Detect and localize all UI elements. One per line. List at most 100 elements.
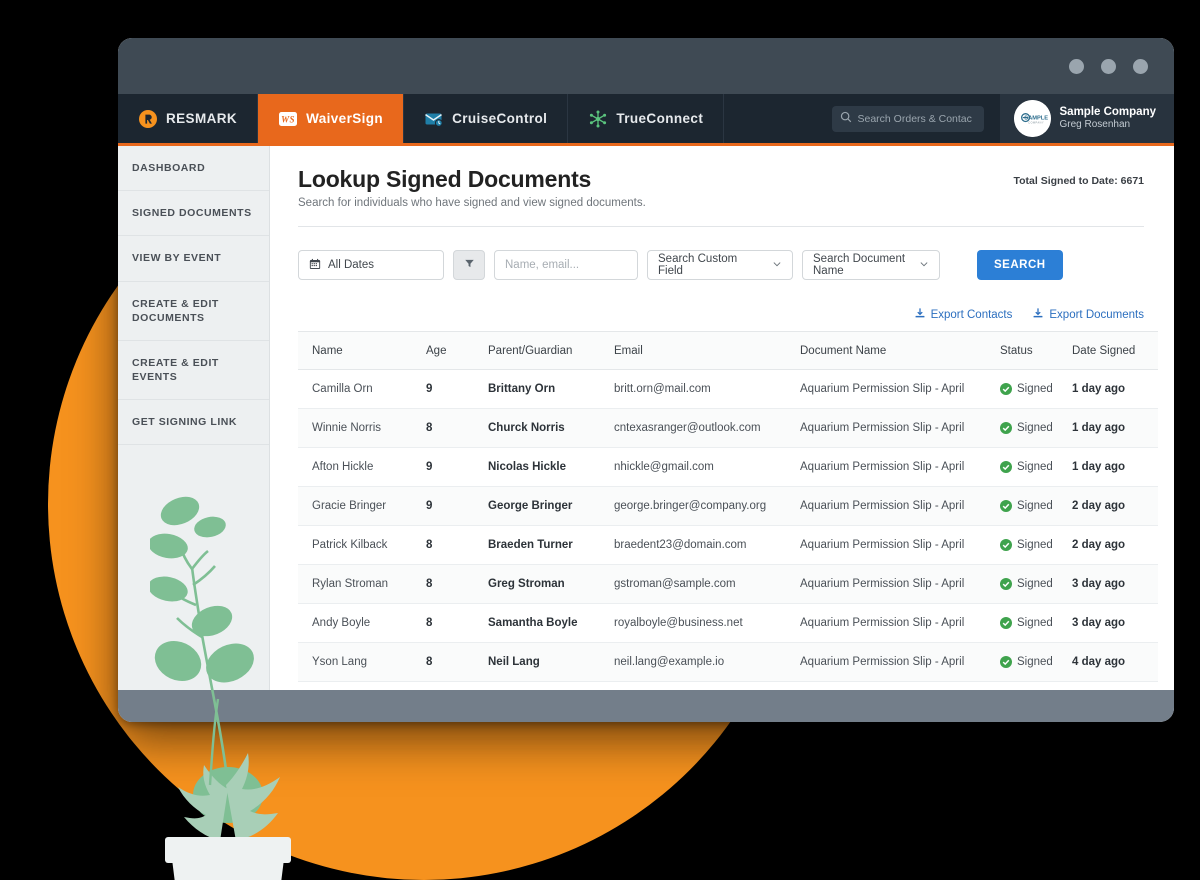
cell-document: Aquarium Permission Slip - April bbox=[800, 603, 1000, 643]
cell-age: 8 bbox=[426, 603, 488, 643]
cell-email: neil.lang@example.io bbox=[614, 642, 800, 682]
signed-check-icon bbox=[1000, 656, 1012, 668]
column-header-age[interactable]: Age bbox=[426, 331, 488, 370]
cell-guardian: Samantha Boyle bbox=[488, 603, 614, 643]
signed-check-icon bbox=[1000, 539, 1012, 551]
cell-name: Camilla Orn bbox=[298, 369, 426, 409]
svg-text:WS: WS bbox=[281, 114, 295, 124]
table-header: Name Age Parent/Guardian Email Document … bbox=[298, 331, 1158, 370]
table-row[interactable]: Yson Lang 8 Neil Lang neil.lang@example.io A… bbox=[298, 642, 1158, 682]
status-label: Signed bbox=[1017, 617, 1053, 629]
nav-item-waiversign-label: WaiverSign bbox=[306, 111, 384, 126]
cell-status: Signed bbox=[1000, 564, 1072, 604]
window-dot-2[interactable] bbox=[1101, 58, 1116, 74]
cell-guardian: Neil Lang bbox=[488, 642, 614, 682]
name-email-input[interactable] bbox=[505, 259, 627, 271]
chevron-down-icon bbox=[919, 259, 929, 272]
name-email-search[interactable] bbox=[494, 250, 638, 280]
download-icon bbox=[914, 307, 926, 322]
date-range-picker[interactable]: All Dates bbox=[298, 250, 444, 280]
signed-check-icon bbox=[1000, 422, 1012, 434]
search-button[interactable]: SEARCH bbox=[977, 250, 1063, 280]
nav-item-waiversign[interactable]: WS WaiverSign bbox=[258, 94, 405, 143]
table-row[interactable]: Gracie Bringer 9 George Bringer george.brin… bbox=[298, 486, 1158, 526]
column-header-guardian[interactable]: Parent/Guardian bbox=[488, 331, 614, 370]
cell-document: Aquarium Permission Slip - April bbox=[800, 408, 1000, 448]
export-contacts-label: Export Contacts bbox=[930, 308, 1013, 321]
nav-item-cruisecontrol[interactable]: CruiseControl bbox=[404, 94, 569, 143]
status-label: Signed bbox=[1017, 539, 1053, 551]
sidebar-item-signed-documents[interactable]: SIGNED DOCUMENTS bbox=[118, 191, 269, 237]
cruisecontrol-logo-icon bbox=[424, 109, 444, 129]
sidebar-item-create-edit-events[interactable]: CREATE & EDIT EVENTS bbox=[118, 341, 269, 401]
export-documents-link[interactable]: Export Documents bbox=[1032, 307, 1144, 322]
cell-guardian: George Bringer bbox=[488, 486, 614, 526]
signed-documents-table: Name Age Parent/Guardian Email Document … bbox=[298, 331, 1158, 721]
potted-plant-illustration bbox=[148, 485, 320, 880]
window-dot-3[interactable] bbox=[1133, 58, 1148, 74]
table-row[interactable]: Rylan Stroman 8 Greg Stroman gstroman@sampl… bbox=[298, 564, 1158, 604]
page-heading-block: Lookup Signed Documents Search for indiv… bbox=[298, 166, 646, 209]
column-header-name[interactable]: Name bbox=[298, 331, 426, 370]
search-icon bbox=[840, 110, 852, 128]
custom-field-select-label: Search Custom Field bbox=[658, 253, 738, 277]
signed-check-icon bbox=[1000, 383, 1012, 395]
global-search-input[interactable] bbox=[857, 112, 976, 125]
cell-status: Signed bbox=[1000, 408, 1072, 448]
trueconnect-logo-icon bbox=[588, 109, 608, 129]
account-user: Greg Rosenhan bbox=[1059, 119, 1131, 131]
table-row[interactable]: Afton Hickle 9 Nicolas Hickle nhickle@gmail… bbox=[298, 447, 1158, 487]
table-row[interactable]: Andy Boyle 8 Samantha Boyle royalboyle@busi… bbox=[298, 603, 1158, 643]
export-documents-label: Export Documents bbox=[1049, 308, 1144, 321]
nav-item-trueconnect[interactable]: TrueConnect bbox=[568, 94, 725, 143]
app-product-nav: RESMARK WS WaiverSign CruiseControl True… bbox=[118, 94, 1174, 146]
cell-email: gstroman@sample.com bbox=[614, 564, 800, 604]
svg-text:COMPANY: COMPANY bbox=[1028, 122, 1044, 125]
svg-text:SAMPLE: SAMPLE bbox=[1024, 115, 1048, 121]
cell-guardian: Brittany Orn bbox=[488, 369, 614, 409]
window-dot-1[interactable] bbox=[1069, 58, 1084, 74]
status-label: Signed bbox=[1017, 578, 1053, 590]
sidebar-item-dashboard[interactable]: DASHBOARD bbox=[118, 146, 269, 192]
cell-age: 9 bbox=[426, 486, 488, 526]
signed-check-icon bbox=[1000, 578, 1012, 590]
column-header-document[interactable]: Document Name bbox=[800, 331, 1000, 370]
column-header-date[interactable]: Date Signed bbox=[1072, 331, 1158, 370]
custom-field-select[interactable]: Search Custom Field bbox=[647, 250, 793, 280]
signed-check-icon bbox=[1000, 617, 1012, 629]
column-header-status[interactable]: Status bbox=[1000, 331, 1072, 370]
account-text-block: Sample Company Greg Rosenhan bbox=[1060, 105, 1157, 132]
sidebar-item-create-edit-documents[interactable]: CREATE & EDIT DOCUMENTS bbox=[118, 282, 269, 341]
nav-item-trueconnect-label: TrueConnect bbox=[616, 111, 704, 126]
page-header: Lookup Signed Documents Search for indiv… bbox=[298, 166, 1144, 209]
table-row[interactable]: Winnie Norris 8 Churck Norris cntexasranger… bbox=[298, 408, 1158, 448]
sidebar-item-view-by-event[interactable]: VIEW BY EVENT bbox=[118, 236, 269, 282]
account-menu[interactable]: SAMPLE COMPANY Sample Company Greg Rosen… bbox=[999, 94, 1174, 143]
export-contacts-link[interactable]: Export Contacts bbox=[914, 307, 1013, 322]
nav-item-resmark[interactable]: RESMARK bbox=[118, 94, 259, 143]
global-search[interactable] bbox=[831, 105, 984, 132]
cell-email: braedent23@domain.com bbox=[614, 525, 800, 565]
column-header-email[interactable]: Email bbox=[614, 331, 800, 370]
cell-guardian: Braeden Turner bbox=[488, 525, 614, 565]
calendar-icon bbox=[309, 258, 321, 273]
cell-age: 8 bbox=[426, 564, 488, 604]
status-label: Signed bbox=[1017, 500, 1053, 512]
cell-document: Aquarium Permission Slip - April bbox=[800, 564, 1000, 604]
sidebar-item-get-signing-link[interactable]: GET SIGNING LINK bbox=[118, 400, 269, 446]
main-content: Lookup Signed Documents Search for indiv… bbox=[270, 146, 1174, 721]
document-name-select[interactable]: Search Document Name bbox=[802, 250, 940, 280]
signed-check-icon bbox=[1000, 500, 1012, 512]
cell-guardian: Churck Norris bbox=[488, 408, 614, 448]
table-row[interactable]: Patrick Kilback 8 Braeden Turner braedent23… bbox=[298, 525, 1158, 565]
cell-email: britt.orn@mail.com bbox=[614, 369, 800, 409]
cell-date-signed: 1 day ago bbox=[1072, 408, 1158, 448]
cell-document: Aquarium Permission Slip - April bbox=[800, 486, 1000, 526]
filter-button[interactable] bbox=[453, 250, 485, 280]
cell-document: Aquarium Permission Slip - April bbox=[800, 447, 1000, 487]
cell-document: Aquarium Permission Slip - April bbox=[800, 369, 1000, 409]
table-row[interactable]: Camilla Orn 9 Brittany Orn britt.orn@mail.c… bbox=[298, 369, 1158, 409]
cell-date-signed: 1 day ago bbox=[1072, 447, 1158, 487]
cell-date-signed: 1 day ago bbox=[1072, 369, 1158, 409]
